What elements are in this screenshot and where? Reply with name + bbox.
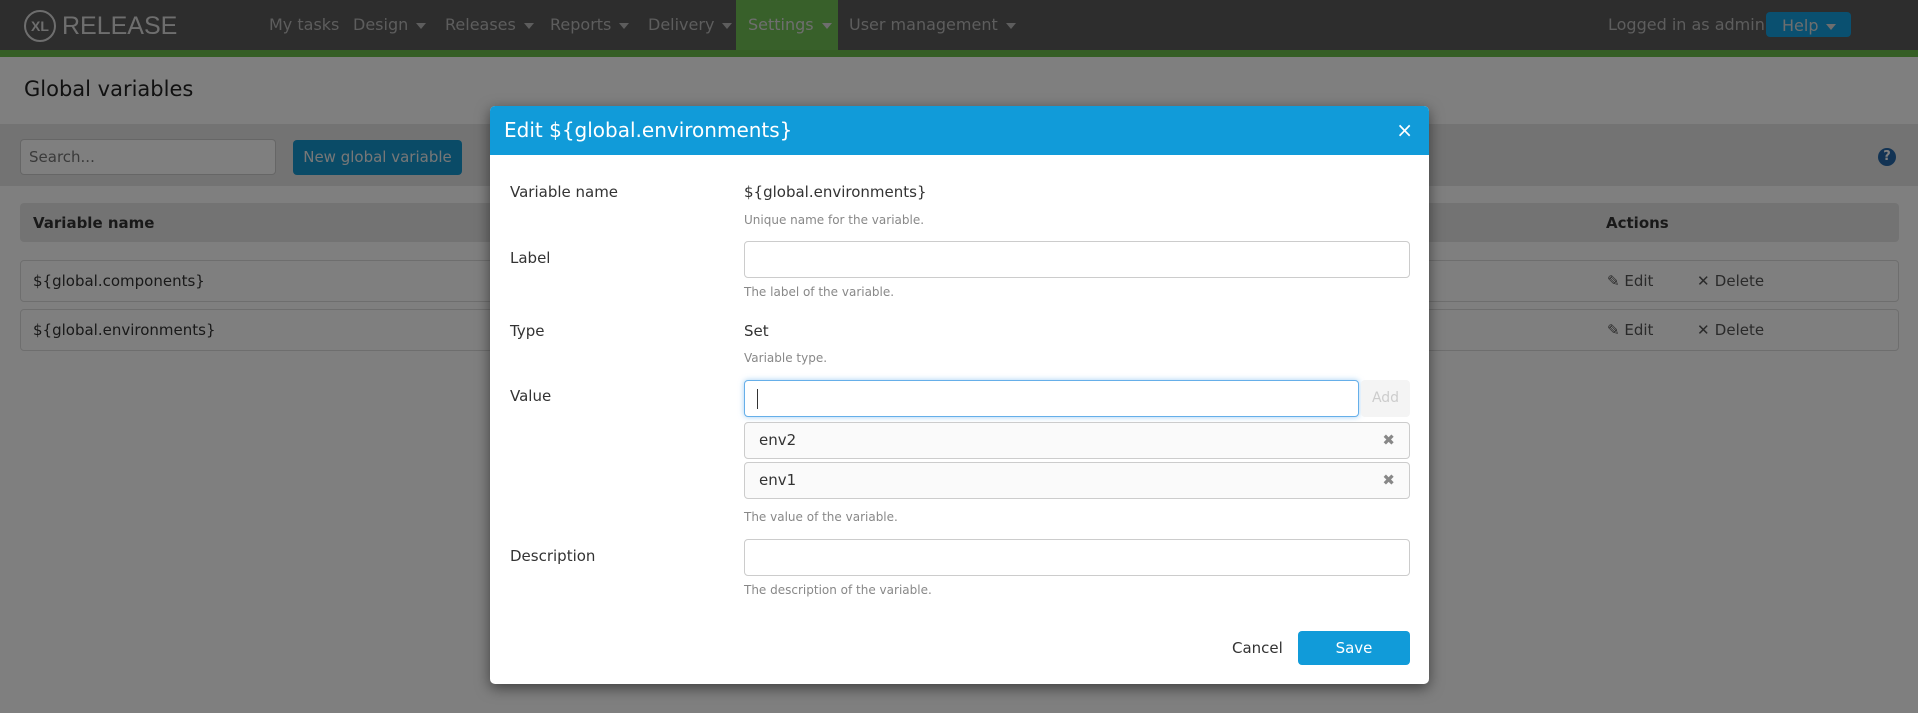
- cancel-button[interactable]: Cancel: [1232, 631, 1283, 665]
- value-item-text: env2: [759, 431, 797, 449]
- value-input[interactable]: [744, 380, 1359, 417]
- description-hint: The description of the variable.: [744, 583, 932, 597]
- value-item: env1 ✖: [744, 462, 1410, 499]
- edit-variable-dialog: Edit ${global.environments} × Variable n…: [490, 106, 1429, 684]
- close-icon[interactable]: ×: [1396, 106, 1413, 155]
- label-hint: The label of the variable.: [744, 285, 895, 299]
- dialog-title: Edit ${global.environments}: [504, 118, 793, 142]
- remove-x-icon[interactable]: ✖: [1382, 423, 1395, 458]
- value-item: env2 ✖: [744, 422, 1410, 459]
- description-input[interactable]: [744, 539, 1410, 576]
- type-label: Type: [510, 322, 545, 340]
- text-cursor: [757, 389, 758, 409]
- dialog-header: Edit ${global.environments}: [490, 106, 1429, 155]
- type-value: Set: [744, 322, 769, 340]
- type-hint: Variable type.: [744, 351, 828, 365]
- save-button[interactable]: Save: [1298, 631, 1410, 665]
- label-label: Label: [510, 249, 551, 267]
- remove-x-icon[interactable]: ✖: [1382, 463, 1395, 498]
- variable-name-hint: Unique name for the variable.: [744, 213, 925, 227]
- add-value-button[interactable]: Add: [1361, 380, 1410, 417]
- variable-name-value: ${global.environments}: [744, 183, 927, 201]
- value-hint: The value of the variable.: [744, 510, 898, 524]
- description-label: Description: [510, 547, 596, 565]
- value-item-text: env1: [759, 471, 797, 489]
- label-input[interactable]: [744, 241, 1410, 278]
- variable-name-label: Variable name: [510, 183, 619, 201]
- value-label: Value: [510, 387, 552, 405]
